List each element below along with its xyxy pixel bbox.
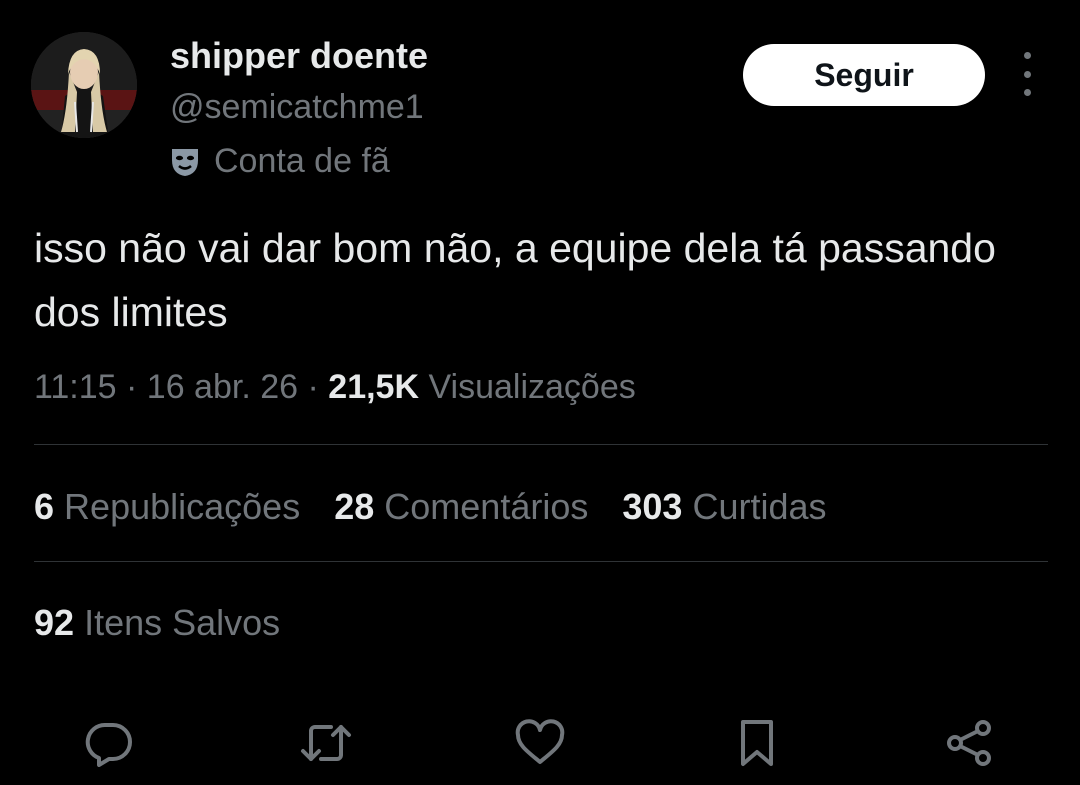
meta-separator: · [126,368,138,406]
follow-button[interactable]: Seguir [743,44,985,106]
reply-icon [85,722,132,767]
divider [34,561,1048,562]
bookmark-button[interactable] [729,715,785,771]
share-button[interactable] [942,715,998,771]
share-icon [947,720,991,766]
comments-count: 28 [334,486,375,527]
tweet-time[interactable]: 11:15 [34,368,117,406]
author-handle[interactable]: @semicatchme1 [170,84,424,130]
avatar-image [31,32,137,138]
tweet-meta: 11:15 · 16 abr. 26 · 21,5K Visualizações [34,362,636,412]
author-display-name[interactable]: shipper doente [170,32,428,80]
meta-separator: · [307,368,319,406]
saves-stat[interactable]: 92 Itens Salvos [34,598,280,648]
reposts-label: Republicações [64,486,301,527]
tweet-date[interactable]: 16 abr. 26 [147,368,298,406]
account-label: Conta de fã [170,138,390,184]
comments-label: Comentários [384,486,589,527]
like-button[interactable] [512,715,568,771]
reposts-count: 6 [34,486,55,527]
likes-count: 303 [622,486,683,527]
more-options-icon[interactable] [1010,52,1044,96]
repost-icon [301,725,351,761]
divider [34,444,1048,445]
repost-button[interactable] [298,715,354,771]
saves-count: 92 [34,602,75,643]
saves-label: Itens Salvos [84,602,281,643]
views-count: 21,5K [328,368,420,406]
engagement-stats: 6 Republicações 28 Comentários 303 Curti… [34,482,861,532]
likes-stat[interactable]: 303 Curtidas [622,482,826,532]
likes-label: Curtidas [692,486,827,527]
reply-button[interactable] [81,715,137,771]
theater-mask-icon [172,149,198,176]
tweet-text: isso não vai dar bom não, a equipe dela … [34,225,996,335]
bookmark-icon [741,720,773,766]
avatar[interactable] [31,32,137,138]
like-icon [515,719,565,764]
comments-stat[interactable]: 28 Comentários [334,482,588,532]
reposts-stat[interactable]: 6 Republicações [34,482,300,532]
views-label: Visualizações [428,368,636,406]
account-label-text: Conta de fã [214,142,390,180]
